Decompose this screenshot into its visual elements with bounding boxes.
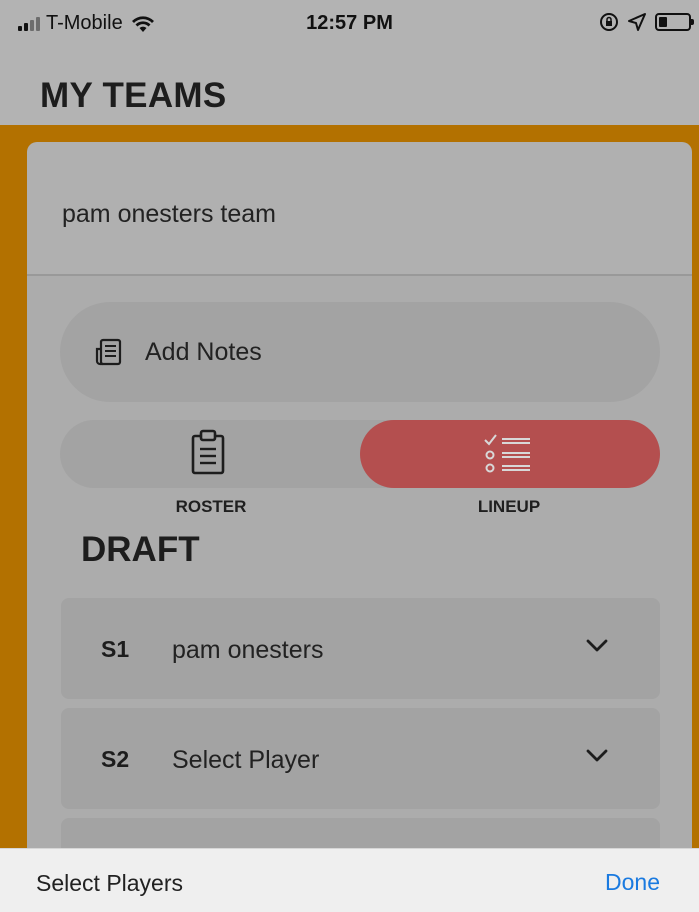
lineup-slot-s1[interactable]: S1 pam onesters xyxy=(61,598,660,699)
tab-lineup-label[interactable]: LINEUP xyxy=(429,497,589,517)
lineup-slot-s2[interactable]: S2 Select Player xyxy=(61,708,660,809)
picker-toolbar: Select Players Done xyxy=(0,848,699,912)
card-body: Add Notes ROSTER LINEUP DRAFT S1 pam one… xyxy=(27,276,692,912)
status-indicators xyxy=(599,12,694,32)
slot-code: S2 xyxy=(101,746,130,772)
battery-icon xyxy=(655,13,694,31)
team-card: pam onesters team Add Notes ROSTER LINEU… xyxy=(27,142,692,912)
status-time: 12:57 PM xyxy=(306,12,393,34)
view-toggle xyxy=(60,420,660,488)
picker-title: Select Players xyxy=(36,870,184,896)
location-arrow-icon xyxy=(628,13,646,31)
add-notes-label: Add Notes xyxy=(145,337,262,366)
orientation-lock-icon xyxy=(600,13,618,31)
slot-code: S1 xyxy=(101,636,130,662)
checklist-icon xyxy=(484,434,530,473)
clipboard-icon[interactable] xyxy=(190,429,226,475)
page-title: MY TEAMS xyxy=(40,76,227,115)
tab-roster[interactable]: ROSTER xyxy=(131,497,291,517)
done-button[interactable]: Done xyxy=(605,869,660,896)
slot-player: pam onesters xyxy=(172,636,324,664)
add-notes-button[interactable]: Add Notes xyxy=(60,302,660,402)
section-title: DRAFT xyxy=(81,530,200,569)
slot-player: Select Player xyxy=(172,746,320,774)
chevron-down-icon[interactable] xyxy=(586,638,608,654)
chevron-down-icon[interactable] xyxy=(586,748,608,764)
status-bar: T-Mobile 12:57 PM xyxy=(0,0,699,44)
team-name: pam onesters team xyxy=(62,200,276,228)
notes-icon xyxy=(95,338,122,366)
